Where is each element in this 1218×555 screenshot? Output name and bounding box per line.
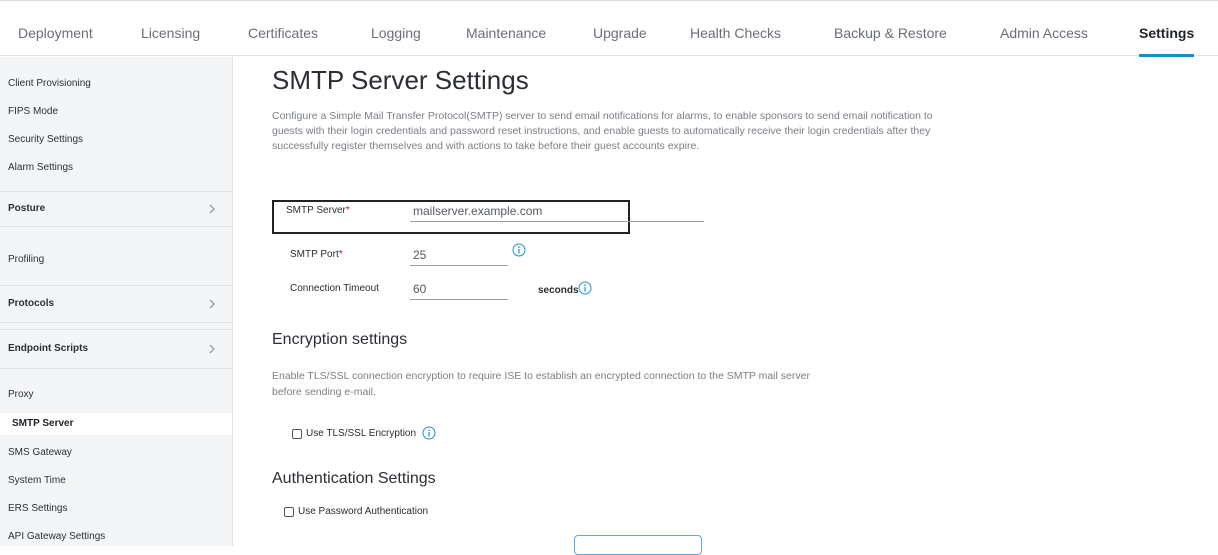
sidebar-item-label: Endpoint Scripts	[8, 343, 88, 354]
sidebar-item-posture[interactable]: Posture	[0, 191, 232, 227]
sidebar-item-label: Security Settings	[8, 134, 84, 145]
tab-certificates[interactable]: Certificates	[248, 1, 318, 56]
password-auth-label: Use Password Authentication	[298, 506, 429, 517]
sidebar-item-label: ERS Settings	[8, 503, 68, 514]
smtp-server-label: SMTP Server*	[286, 205, 350, 216]
sidebar-item-label: FIPS Mode	[8, 106, 59, 117]
tab-settings[interactable]: Settings	[1139, 1, 1195, 57]
smtp-server-input[interactable]: mailserver.example.com	[410, 202, 704, 222]
smtp-port-input[interactable]: 25	[410, 246, 508, 266]
password-auth-checkbox[interactable]	[284, 507, 294, 517]
chevron-right-icon	[209, 344, 215, 354]
sidebar-item-sms-gateway[interactable]: SMS Gateway	[0, 443, 232, 463]
sidebar-item-system-time[interactable]: System Time	[0, 471, 232, 491]
info-icon[interactable]	[512, 243, 526, 257]
page-title: SMTP Server Settings	[272, 65, 529, 95]
sidebar-item-smtp-server[interactable]: SMTP Server	[0, 413, 232, 435]
tls-ssl-checkbox[interactable]	[292, 429, 302, 439]
sidebar-item-label: SMS Gateway	[8, 447, 72, 458]
tab-licensing[interactable]: Licensing	[141, 1, 200, 56]
tls-ssl-label: Use TLS/SSL Encryption	[306, 428, 417, 439]
tab-backup-restore[interactable]: Backup & Restore	[834, 1, 947, 56]
sidebar-item-label: System Time	[8, 475, 66, 486]
connection-timeout-label: Connection Timeout	[290, 283, 379, 294]
sidebar-item-label: Client Provisioning	[8, 78, 91, 89]
authentication-heading: Authentication Settings	[272, 470, 436, 487]
info-icon[interactable]	[422, 426, 436, 440]
main-content: SMTP Server Settings Configure a Simple …	[232, 57, 1218, 555]
top-navigation: Deployment Licensing Certificates Loggin…	[0, 0, 1218, 57]
smtp-port-label: SMTP Port*	[290, 249, 343, 260]
tab-upgrade[interactable]: Upgrade	[593, 1, 647, 56]
tab-deployment[interactable]: Deployment	[18, 1, 93, 56]
sidebar-item-label: Alarm Settings	[8, 162, 74, 173]
sidebar-item-label: API Gateway Settings	[8, 531, 106, 542]
sidebar-item-fips-mode[interactable]: FIPS Mode	[0, 103, 232, 121]
sidebar-item-client-provisioning[interactable]: Client Provisioning	[0, 75, 232, 93]
sidebar-item-security-settings[interactable]: Security Settings	[0, 131, 232, 149]
sidebar-item-proxy[interactable]: Proxy	[0, 385, 232, 405]
sidebar-item-alarm-settings[interactable]: Alarm Settings	[0, 159, 232, 177]
timeout-unit: seconds	[538, 285, 579, 296]
sidebar-item-protocols[interactable]: Protocols	[0, 285, 232, 323]
tab-admin-access[interactable]: Admin Access	[1000, 1, 1088, 56]
chevron-right-icon	[209, 299, 215, 309]
sidebar-item-label: SMTP Server	[12, 418, 74, 429]
tab-maintenance[interactable]: Maintenance	[466, 1, 546, 56]
sidebar-item-api-gateway-settings[interactable]: API Gateway Settings	[0, 527, 232, 547]
encryption-heading: Encryption settings	[272, 331, 408, 348]
tab-health-checks[interactable]: Health Checks	[690, 1, 781, 56]
partial-button[interactable]	[574, 535, 702, 555]
chevron-right-icon	[209, 204, 215, 214]
sidebar-item-label: Profiling	[8, 254, 45, 265]
tab-logging[interactable]: Logging	[371, 1, 421, 56]
page-description: Configure a Simple Mail Transfer Protoco…	[272, 110, 933, 152]
sidebar-item-profiling[interactable]: Profiling	[0, 237, 232, 283]
sidebar-item-endpoint-scripts[interactable]: Endpoint Scripts	[0, 329, 232, 369]
sidebar-item-label: Proxy	[8, 389, 34, 400]
sidebar-item-label: Posture	[8, 203, 46, 214]
sidebar: Client Provisioning FIPS Mode Security S…	[0, 57, 233, 546]
info-icon[interactable]	[578, 281, 592, 295]
encryption-description: Enable TLS/SSL connection encryption to …	[272, 370, 810, 398]
sidebar-item-ers-settings[interactable]: ERS Settings	[0, 499, 232, 519]
sidebar-item-label: Protocols	[8, 298, 55, 309]
connection-timeout-input[interactable]: 60	[410, 280, 508, 300]
